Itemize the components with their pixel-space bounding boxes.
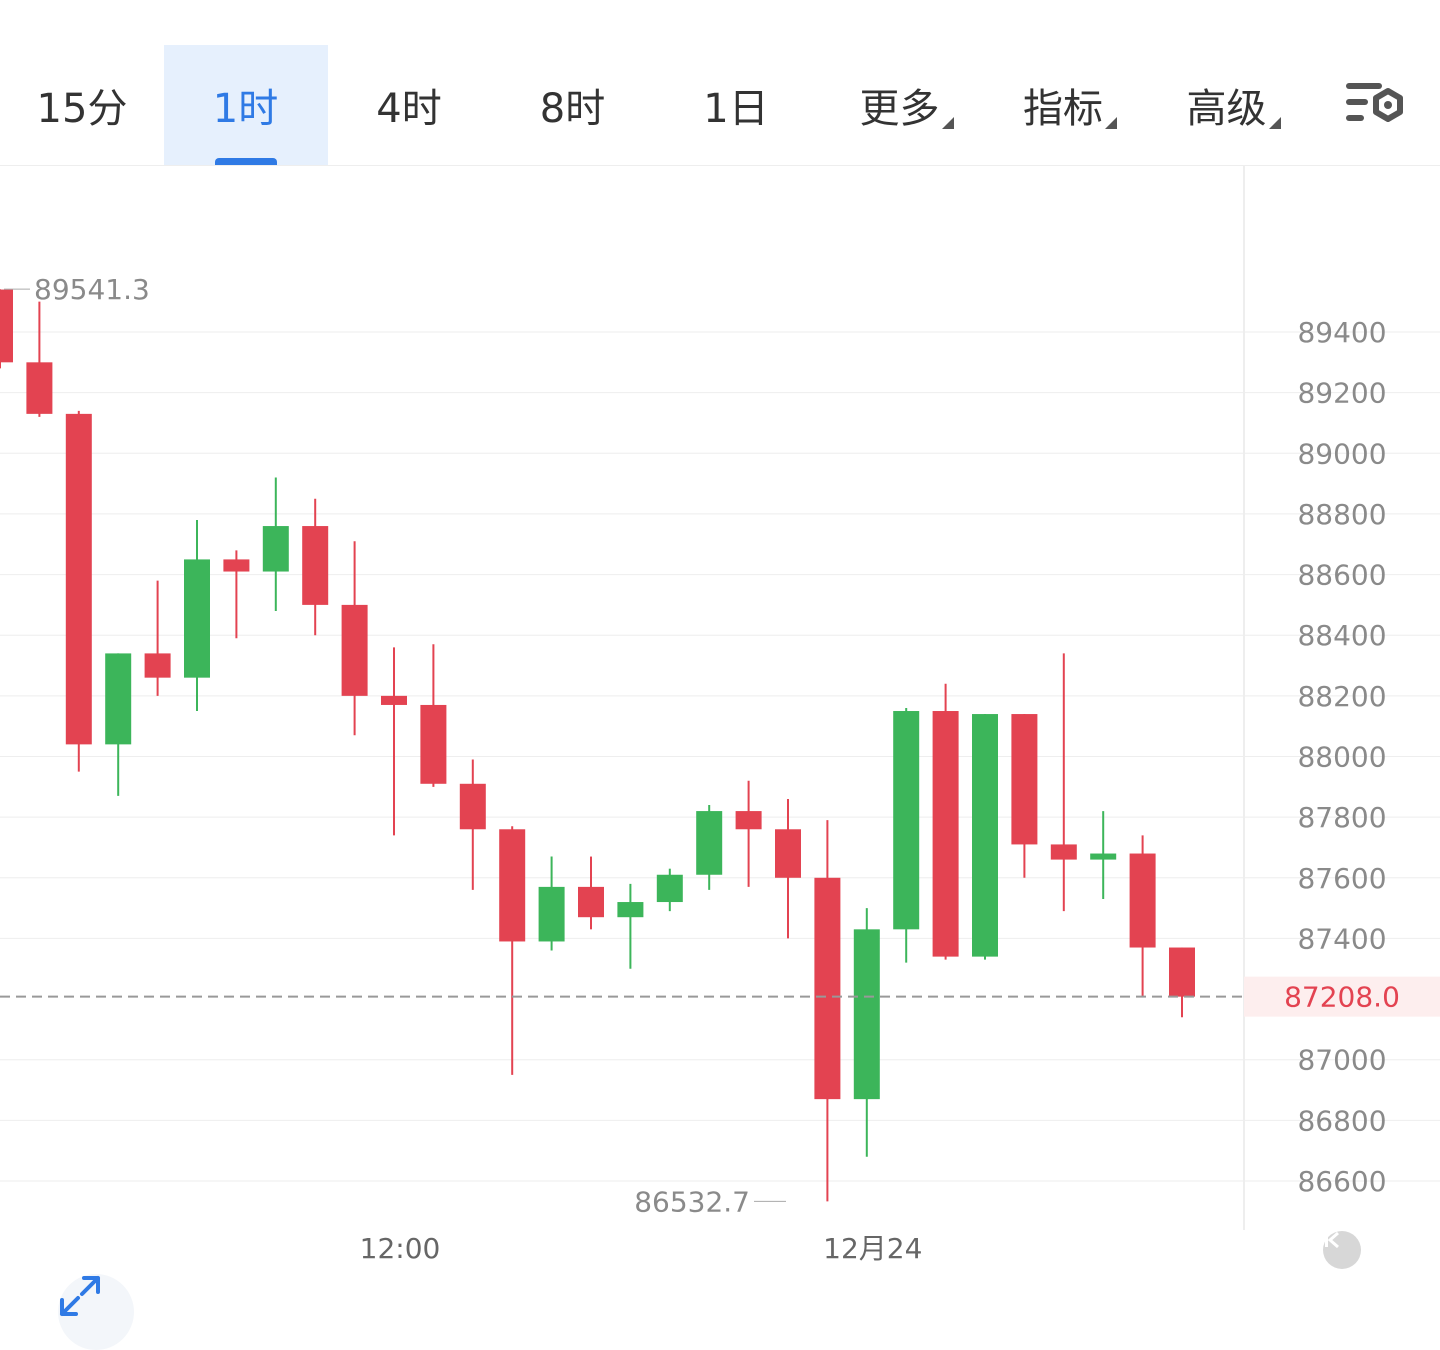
timeframe-tab-bar: 15分 1时 4时 8时 1日 更多 指标 高级 [0, 45, 1440, 166]
y-tick-label: 89000 [1297, 437, 1386, 470]
tab-2[interactable]: 4时 [327, 45, 491, 165]
y-tick-label: 88400 [1297, 619, 1386, 652]
candle-body [65, 413, 92, 745]
candle-body [578, 886, 604, 918]
max-price-label: 89541.3 [34, 273, 150, 306]
tab-7[interactable]: 高级 [1145, 45, 1309, 165]
candle-body [538, 886, 565, 942]
dropdown-caret-icon [941, 117, 954, 129]
tab-5[interactable]: 更多 [818, 45, 982, 165]
y-tick-label: 88600 [1297, 559, 1386, 592]
candle-body [617, 902, 644, 918]
candlestick-chart[interactable]: 89400 89200 89000 88800 88600 88400 88200 88000… [0, 166, 1440, 1350]
dropdown-caret-icon [1105, 117, 1117, 129]
y-tick-label: 87800 [1297, 801, 1386, 834]
candle-body [814, 877, 841, 1100]
tab-0[interactable]: 15分 [0, 45, 164, 165]
dropdown-caret-icon [1268, 117, 1281, 129]
candle-body [656, 874, 683, 903]
candle-body [696, 811, 723, 875]
y-tick-label: 89400 [1297, 316, 1386, 349]
candle-body [459, 783, 486, 830]
tab-label: 1时 [212, 86, 279, 132]
x-tick-label: 12:00 [360, 1232, 441, 1265]
candle-body [184, 559, 210, 678]
y-tick-label: 86800 [1297, 1104, 1386, 1137]
candle-body [1011, 714, 1038, 845]
current-price-label: 87208.0 [1284, 981, 1400, 1014]
candlestick-chart-canvas: 89400 89200 89000 88800 88600 88400 88200 88000… [0, 166, 1440, 1265]
candle-body [144, 653, 171, 678]
candle-body [932, 711, 959, 957]
candle-body [26, 362, 53, 414]
tab-label: 1日 [703, 86, 769, 132]
candle-body [0, 289, 13, 363]
candle-body [1050, 844, 1077, 860]
tab-1[interactable]: 1时 [163, 45, 328, 165]
candle-body [1129, 853, 1156, 948]
y-tick-label: 87000 [1297, 1044, 1386, 1077]
tab-label: 8时 [539, 86, 606, 132]
candle-body [853, 929, 880, 1100]
candle-body [893, 711, 920, 930]
candle-body [105, 653, 132, 745]
candle-body [972, 714, 998, 957]
tab-label: 指标 [1023, 86, 1103, 132]
candle-body [1169, 947, 1195, 997]
candle-body [499, 829, 526, 942]
y-tick-label: 86600 [1297, 1165, 1386, 1198]
min-price-label: 86532.7 [634, 1185, 750, 1218]
candle-body [381, 695, 407, 705]
tab-label: 15分 [36, 86, 128, 132]
y-tick-label: 87600 [1297, 862, 1386, 895]
expand-icon[interactable] [58, 1274, 134, 1350]
y-tick-label: 88800 [1297, 498, 1386, 531]
candle-body [735, 811, 762, 830]
candle-body [775, 829, 801, 878]
back-to-latest-icon[interactable] [1323, 1231, 1361, 1269]
candle-body [1090, 853, 1117, 860]
y-tick-label: 88200 [1297, 680, 1386, 713]
tab-label: 4时 [376, 86, 442, 132]
y-tick-label: 87400 [1297, 922, 1386, 955]
tab-label: 高级 [1186, 86, 1267, 132]
chart-settings-icon[interactable] [1344, 77, 1404, 133]
candle-body [341, 604, 368, 696]
tab-3[interactable]: 8时 [491, 45, 655, 165]
y-tick-label: 88000 [1297, 741, 1386, 774]
candle-body [302, 526, 329, 605]
tab-6[interactable]: 指标 [981, 45, 1145, 165]
candle-body [262, 526, 289, 572]
tab-4[interactable]: 1日 [654, 45, 818, 165]
candle-body [420, 704, 447, 784]
y-tick-label: 89200 [1297, 377, 1386, 410]
x-tick-label: 12月24 [823, 1232, 922, 1265]
candle-body [223, 559, 250, 572]
tab-label: 更多 [859, 86, 940, 132]
active-tab-indicator [214, 158, 277, 165]
